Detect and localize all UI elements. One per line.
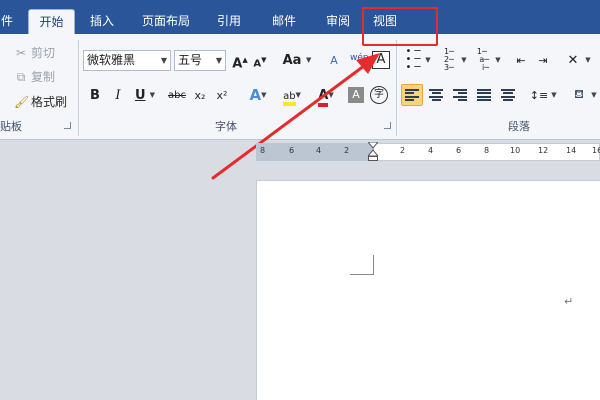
- ruler-tick: 8: [260, 146, 266, 155]
- ruler-tick: 6: [456, 146, 462, 155]
- ruler-tick: 2: [400, 146, 406, 155]
- ruler-tick: 6: [289, 146, 295, 155]
- margin-corner-mark: [350, 255, 374, 275]
- ruler-margin-area: [256, 143, 374, 161]
- ruler-tick: 8: [484, 146, 490, 155]
- paragraph-mark: ↵: [564, 295, 574, 308]
- ruler-tick: 14: [566, 146, 577, 155]
- ruler-tick: 12: [538, 146, 549, 155]
- ruler-tick: 4: [428, 146, 434, 155]
- ruler-tick: 16: [592, 146, 600, 155]
- document-page[interactable]: [256, 180, 600, 400]
- indent-marker-icon[interactable]: [366, 141, 380, 162]
- ruler-tick: 10: [510, 146, 521, 155]
- ruler-tick: 4: [316, 146, 322, 155]
- ruler-tick: 2: [344, 146, 350, 155]
